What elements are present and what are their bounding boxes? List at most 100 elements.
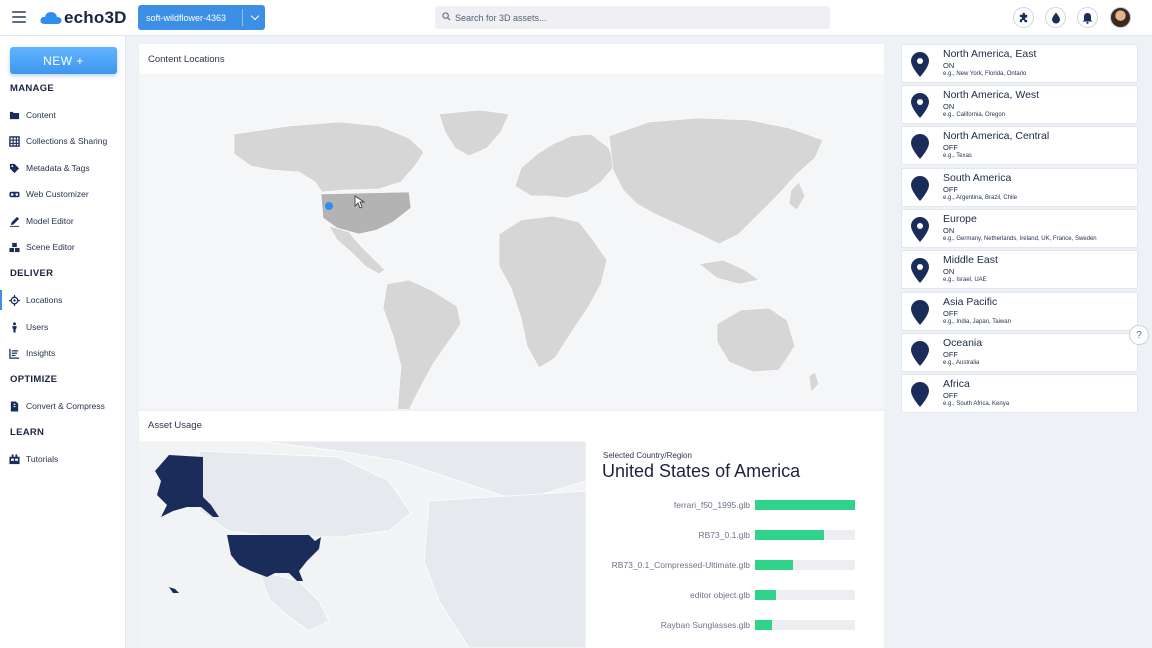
region-status: ON <box>943 267 955 276</box>
region-examples: e.g., Argentina, Brazil, Chile <box>943 195 1018 201</box>
sidebar-item-label: Insights <box>26 348 56 358</box>
region-status: OFF <box>943 185 958 194</box>
pencil-icon <box>9 216 20 227</box>
region-examples: e.g., Australia <box>943 360 980 366</box>
location-pin-off-icon <box>911 382 929 407</box>
section-title-optimize: OPTIMIZE <box>10 374 58 385</box>
sidebar-item-content[interactable]: Content <box>0 105 125 125</box>
asset-usage-panel: Asset Usage Selected Country/Region Unit… <box>139 411 884 648</box>
sidebar-item-metadata[interactable]: Metadata & Tags <box>0 158 125 178</box>
project-select[interactable]: soft-wildflower-4363 <box>138 5 265 30</box>
project-name: soft-wildflower-4363 <box>146 12 227 23</box>
tutorials-icon <box>9 453 20 464</box>
region-status: OFF <box>943 309 958 318</box>
new-button[interactable]: NEW + <box>10 47 117 74</box>
puzzle-icon <box>1019 12 1028 23</box>
sidebar-item-label: Model Editor <box>26 216 74 226</box>
selected-country-label: Selected Country/Region <box>603 451 692 460</box>
top-bar: echo3D soft-wildflower-4363 <box>0 0 1152 36</box>
sidebar-item-label: Metadata & Tags <box>26 163 90 173</box>
region-status: OFF <box>943 350 958 359</box>
avatar[interactable] <box>1110 7 1131 28</box>
asset-label: RB73_0.1_Compressed-Ultimate.glb <box>611 560 750 570</box>
logo-text: echo3D <box>64 8 127 27</box>
asset-bar-track <box>755 560 855 570</box>
region-status: OFF <box>943 391 958 400</box>
search-input[interactable] <box>435 6 830 29</box>
region-examples: e.g., New York, Florida, Ontario <box>943 71 1027 77</box>
notifications-button[interactable] <box>1077 7 1098 28</box>
cubes-icon <box>9 242 20 252</box>
location-marker[interactable] <box>325 202 333 210</box>
region-card[interactable]: Oceania OFF e.g., Australia <box>901 333 1138 372</box>
region-card[interactable]: Europe ON e.g., Germany, Netherlands, Ir… <box>901 209 1138 248</box>
content-icon <box>9 111 20 119</box>
sidebar-item-users[interactable]: Users <box>0 317 125 337</box>
asset-bar[interactable] <box>755 560 793 570</box>
location-pin-off-icon <box>911 176 929 201</box>
panel-title: Asset Usage <box>148 420 202 431</box>
region-name: Africa <box>943 378 970 390</box>
section-title-manage: MANAGE <box>10 83 55 94</box>
sidebar-item-scene-editor[interactable]: Scene Editor <box>0 237 125 257</box>
menu-icon[interactable] <box>12 11 26 23</box>
chart-icon <box>9 348 20 359</box>
sidebar-item-model-editor[interactable]: Model Editor <box>0 211 125 231</box>
region-name: Oceania <box>943 337 983 349</box>
asset-bar[interactable] <box>755 530 824 540</box>
asset-bar[interactable] <box>755 500 855 510</box>
sidebar-item-locations[interactable]: Locations <box>0 290 125 310</box>
location-pin-on-icon <box>911 52 929 77</box>
chevron-down-icon <box>250 11 260 21</box>
location-pin-off-icon <box>911 134 929 159</box>
asset-usage-map[interactable] <box>139 440 587 648</box>
region-card[interactable]: Africa OFF e.g., South Africa, Kenya <box>901 374 1138 413</box>
asset-label: ferrari_f50_1995.glb <box>673 500 750 510</box>
asset-bar[interactable] <box>755 590 776 600</box>
grid-icon <box>9 135 20 147</box>
region-name: North America, East <box>943 48 1037 60</box>
puzzle-button[interactable] <box>1013 7 1034 28</box>
region-card[interactable]: Middle East ON e.g., Israel, UAE <box>901 250 1138 289</box>
asset-bar-track <box>755 530 855 540</box>
region-status: ON <box>943 61 955 70</box>
help-button[interactable]: ? <box>1129 325 1149 345</box>
crosshair-icon <box>9 294 20 306</box>
region-card[interactable]: North America, West ON e.g., California,… <box>901 85 1138 124</box>
file-compress-icon <box>10 400 19 412</box>
region-card[interactable]: South America OFF e.g., Argentina, Brazi… <box>901 168 1138 207</box>
region-examples: e.g., California, Oregon <box>943 112 1006 118</box>
location-pin-on-icon <box>911 217 929 242</box>
panel-title: Content Locations <box>148 54 225 65</box>
echo3d-logo[interactable]: echo3D <box>40 8 127 28</box>
asset-bar-track <box>755 500 855 510</box>
drop-icon <box>1051 12 1060 23</box>
region-examples: e.g., Germany, Netherlands, Ireland, UK,… <box>943 236 1097 242</box>
sidebar-item-web-customizer[interactable]: Web Customizer <box>0 184 125 204</box>
sidebar-item-convert[interactable]: Convert & Compress <box>0 396 125 416</box>
user-icon <box>12 321 17 333</box>
region-name: North America, Central <box>943 130 1050 142</box>
location-pin-on-icon <box>911 93 929 118</box>
section-title-deliver: DELIVER <box>10 268 54 279</box>
sidebar-item-label: Content <box>26 110 56 120</box>
drop-button[interactable] <box>1045 7 1066 28</box>
region-name: Middle East <box>943 254 998 266</box>
cloud-icon <box>40 12 62 24</box>
region-card[interactable]: North America, Central OFF e.g., Texas <box>901 126 1138 165</box>
world-map[interactable] <box>139 74 884 419</box>
region-card[interactable]: North America, East ON e.g., New York, F… <box>901 44 1138 83</box>
asset-bar-track <box>755 620 855 630</box>
region-card[interactable]: Asia Pacific OFF e.g., India, Japan, Tai… <box>901 292 1138 331</box>
sidebar-item-collections[interactable]: Collections & Sharing <box>0 131 125 151</box>
region-status: ON <box>943 226 955 235</box>
location-pin-on-icon <box>911 258 929 283</box>
usa-region-highlighted[interactable] <box>227 535 321 581</box>
region-name: Europe <box>943 213 977 225</box>
region-name: Asia Pacific <box>943 296 998 308</box>
asset-bar[interactable] <box>755 620 772 630</box>
tag-icon <box>9 163 20 173</box>
sidebar-item-insights[interactable]: Insights <box>0 343 125 363</box>
location-pin-off-icon <box>911 341 929 366</box>
sidebar-item-tutorials[interactable]: Tutorials <box>0 449 125 469</box>
